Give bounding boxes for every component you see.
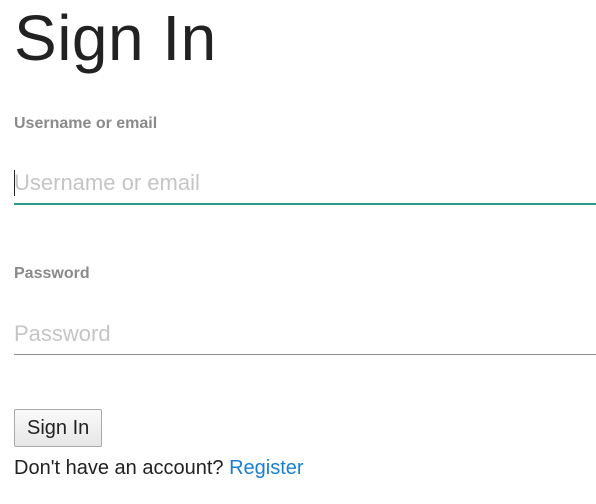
text-cursor xyxy=(14,170,15,196)
sign-in-page: Sign In Username or email Password Sign … xyxy=(14,0,596,504)
register-link[interactable]: Register xyxy=(229,457,303,479)
password-input[interactable] xyxy=(14,314,596,355)
register-prompt: Don't have an account? Register xyxy=(14,456,304,480)
sign-in-button[interactable]: Sign In xyxy=(14,409,103,447)
username-input[interactable] xyxy=(14,163,596,205)
password-label: Password xyxy=(14,265,90,282)
page-title: Sign In xyxy=(14,2,217,74)
register-prompt-text: Don't have an account? xyxy=(14,457,224,479)
username-label: Username or email xyxy=(14,115,158,132)
